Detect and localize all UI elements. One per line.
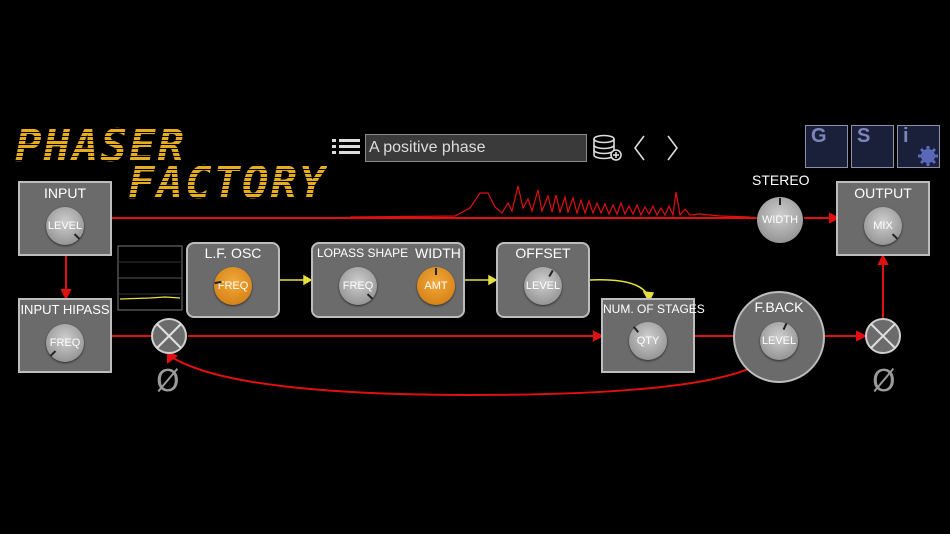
hipass-freq-label: FREQ <box>49 337 81 349</box>
stages-title: NUM. OF STAGES <box>603 302 705 316</box>
chevron-left-icon[interactable] <box>632 134 646 162</box>
output-title: OUTPUT <box>854 185 912 201</box>
offset-level-label: LEVEL <box>525 280 561 292</box>
lf-osc-module: L.F. OSC FREQ <box>186 242 280 318</box>
feedback-title: F.BACK <box>754 299 804 315</box>
stages-qty-label: QTY <box>636 335 660 347</box>
input-level-label: LEVEL <box>47 220 83 232</box>
preset-name-field[interactable]: A positive phase <box>365 134 587 162</box>
lf-osc-title: L.F. OSC <box>204 245 262 261</box>
stereo-width-label: WIDTH <box>761 214 799 226</box>
input-level-knob[interactable]: LEVEL <box>46 207 84 245</box>
stages-module: NUM. OF STAGES QTY <box>601 298 705 373</box>
lfo-freq-knob[interactable]: FREQ <box>214 267 252 305</box>
phase-invert-output-toggle[interactable]: Ø <box>872 364 896 399</box>
signal-flow-diagram <box>60 185 889 397</box>
lopass-title: LOPASS SHAPE <box>317 246 409 260</box>
lopass-freq-knob[interactable]: FREQ <box>339 267 377 305</box>
output-mix-label: MIX <box>873 220 893 232</box>
hipass-freq-knob[interactable]: FREQ <box>46 324 84 362</box>
stages-qty-knob[interactable]: QTY <box>629 322 667 360</box>
info-label: i <box>903 125 909 147</box>
width-title: WIDTH <box>415 245 461 261</box>
input-title: INPUT <box>44 185 86 201</box>
offset-level-knob[interactable]: LEVEL <box>524 267 562 305</box>
offset-module: OFFSET LEVEL <box>496 242 590 318</box>
output-mix-knob[interactable]: MIX <box>864 207 902 245</box>
chevron-right-icon[interactable] <box>666 134 680 162</box>
feedback-level-knob[interactable]: LEVEL <box>760 322 798 360</box>
info-button[interactable]: i <box>897 125 940 168</box>
database-add-icon[interactable] <box>592 133 624 163</box>
feedback-level-label: LEVEL <box>761 335 797 347</box>
input-hipass-title: INPUT HIPASS <box>20 302 110 317</box>
stereo-width-knob[interactable]: WIDTH <box>757 197 803 243</box>
width-amt-knob[interactable]: AMT <box>417 267 455 305</box>
phase-invert-input-toggle[interactable]: Ø <box>156 364 180 399</box>
lfo-freq-label: FREQ <box>217 280 249 292</box>
gear-icon <box>918 146 938 166</box>
menu-icon[interactable] <box>332 137 360 159</box>
input-mixer-node <box>151 318 187 354</box>
output-module: OUTPUT MIX <box>836 181 930 256</box>
lopass-module: LOPASS SHAPE WIDTH FREQ AMT <box>311 242 465 318</box>
g-button[interactable]: G <box>805 125 848 168</box>
s-button[interactable]: S <box>851 125 894 168</box>
feedback-module: F.BACK LEVEL <box>733 291 825 383</box>
offset-title: OFFSET <box>515 245 571 261</box>
stereo-label: STEREO <box>752 172 810 188</box>
output-mixer-node <box>865 318 901 354</box>
lopass-freq-label: FREQ <box>342 280 374 292</box>
width-amt-label: AMT <box>424 280 448 292</box>
spectrum-trace <box>349 185 751 218</box>
input-module: INPUT LEVEL <box>18 181 112 256</box>
input-hipass-module: INPUT HIPASS FREQ <box>18 298 112 373</box>
